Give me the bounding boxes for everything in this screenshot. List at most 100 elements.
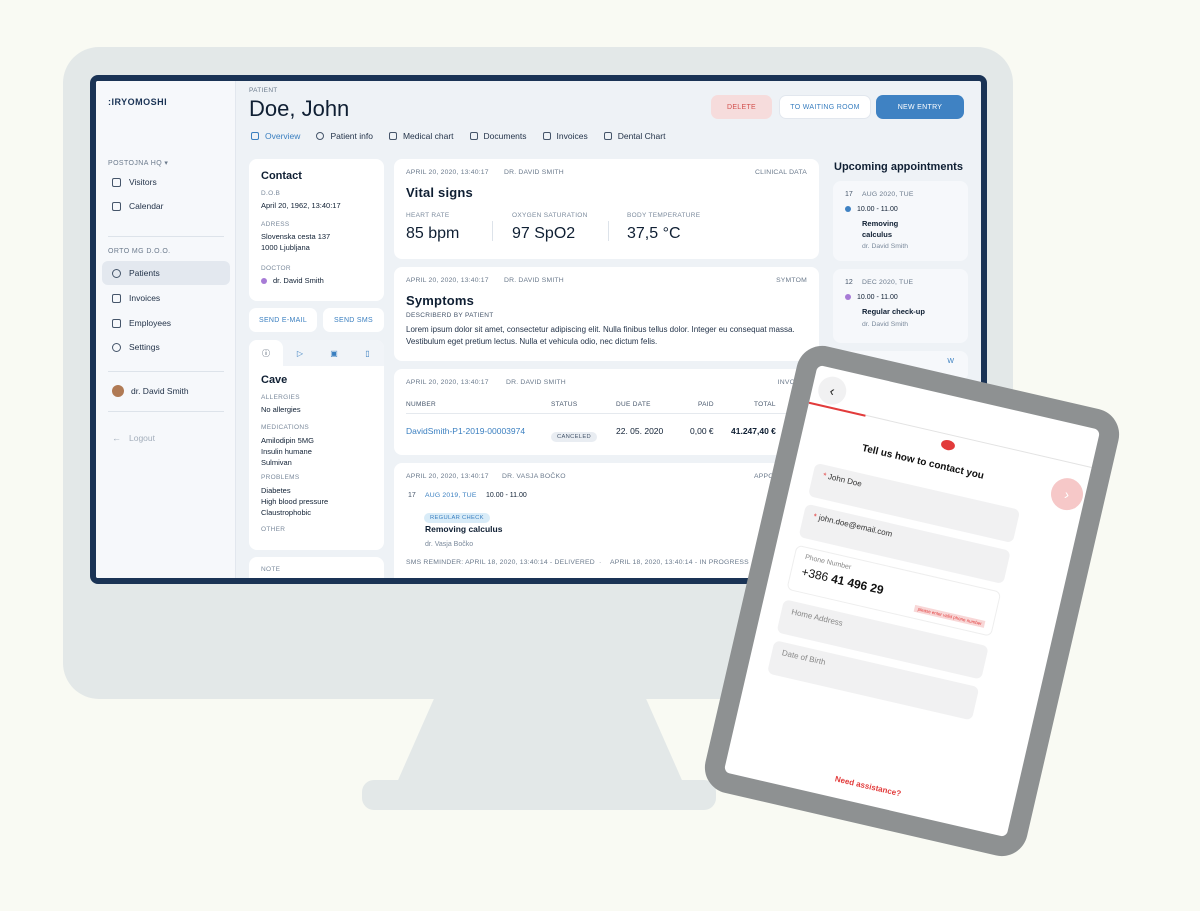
appointment-doctor: dr. David Smith xyxy=(862,243,909,250)
sidebar-item-label: Visitors xyxy=(129,177,157,187)
logout-icon: ← xyxy=(112,433,121,443)
allergies-value: No allergies xyxy=(261,405,301,414)
tab-label: Invoices xyxy=(556,131,588,141)
email-value: john.doe@email.com xyxy=(817,513,894,539)
tab-documents[interactable]: Documents xyxy=(469,131,527,141)
grid-icon xyxy=(112,177,121,187)
contact-title: Contact xyxy=(261,170,302,182)
tab-medical-chart[interactable]: Medical chart xyxy=(388,131,454,141)
appointment-title: calculus xyxy=(862,230,893,239)
sidebar-item-employees[interactable]: Employees xyxy=(102,311,230,335)
tablet-frame: ‹ › Tell us how to contact you * John Do… xyxy=(699,340,1125,862)
temperature-label: BODY TEMPERATURE xyxy=(627,212,701,219)
invoice-number-link[interactable]: DavidSmith-P1-2019-00003974 xyxy=(406,426,525,436)
waiting-room-button[interactable]: TO WAITING ROOM xyxy=(779,95,871,119)
appointment-time: 10.00 - 11.00 xyxy=(486,492,527,499)
info-tab-icon[interactable]: ⓘ xyxy=(249,340,283,366)
send-sms-button[interactable]: SEND SMS xyxy=(323,308,384,332)
tablet-screen: ‹ › Tell us how to contact you * John Do… xyxy=(723,364,1101,838)
mouth-logo-icon xyxy=(940,438,956,452)
table-header: PAID xyxy=(698,401,714,408)
appointment-doctor: dr. David Smith xyxy=(862,321,909,328)
note-card: NOTE xyxy=(249,557,384,578)
entry-date: APRIL 20, 2020, 13:40:17 xyxy=(406,379,489,386)
image-tab-icon[interactable]: ▣ xyxy=(317,340,351,366)
appointment-time: 10.00 - 11.00 xyxy=(845,206,898,213)
tab-label: Overview xyxy=(265,131,301,141)
divider xyxy=(108,236,224,237)
briefcase-icon xyxy=(112,318,121,328)
problems-label: PROBLEMS xyxy=(261,474,300,481)
user-icon xyxy=(112,268,121,278)
name-value: John Doe xyxy=(827,472,863,489)
user-profile[interactable]: dr. David Smith xyxy=(102,379,230,403)
entry-doctor: DR. DAVID SMITH xyxy=(504,169,564,176)
medication-item: Amilodipin 5MG xyxy=(261,436,314,445)
sms-reminder: SMS REMINDER: APRIL 18, 2020, 13:40:14 -… xyxy=(406,559,595,566)
location-selector[interactable]: POSTOJNA HQ ▾ xyxy=(108,159,168,167)
send-email-button[interactable]: SEND E-MAIL xyxy=(249,308,317,332)
heart-rate-value: 85 bpm xyxy=(406,225,460,242)
chart-icon xyxy=(603,132,612,140)
tab-overview[interactable]: Overview xyxy=(251,131,300,141)
sidebar-item-calendar[interactable]: Calendar xyxy=(102,194,230,218)
entry-doctor: DR. DAVID SMITH xyxy=(504,277,564,284)
document-icon xyxy=(469,132,478,140)
tablet-device: ‹ › Tell us how to contact you * John Do… xyxy=(699,332,1161,870)
address-label: ADRESS xyxy=(261,221,290,228)
appointment-badge: REGULAR CHECK xyxy=(424,506,490,524)
address-line1: Slovenska cesta 137 xyxy=(261,232,331,241)
doctor-color-dot xyxy=(261,278,267,285)
play-tab-icon[interactable]: ▷ xyxy=(283,340,317,366)
upcoming-title: Upcoming appointments xyxy=(834,161,963,173)
invoice-icon xyxy=(112,293,121,303)
status-dot xyxy=(845,294,851,301)
tab-label: Patient info xyxy=(330,131,373,141)
divider xyxy=(108,371,224,372)
new-entry-button[interactable]: NEW ENTRY xyxy=(876,95,964,119)
monitor-neck xyxy=(395,695,685,787)
tab-bar: Overview Patient info Medical chart Docu… xyxy=(251,131,665,141)
calendar-icon xyxy=(112,201,121,211)
next-arrow-button[interactable]: › xyxy=(1047,474,1087,514)
tab-invoices[interactable]: Invoices xyxy=(542,131,588,141)
entry-date: APRIL 20, 2020, 13:40:17 xyxy=(406,277,489,284)
sidebar-item-settings[interactable]: Settings xyxy=(102,335,230,359)
user-name: dr. David Smith xyxy=(131,386,189,396)
tab-patient-info[interactable]: Patient info xyxy=(316,131,373,141)
heart-rate-label: HEART RATE xyxy=(406,212,450,219)
delete-button[interactable]: DELETE xyxy=(711,95,772,119)
table-header: NUMBER xyxy=(406,401,436,408)
entry-tag: CLINICAL DATA xyxy=(755,169,807,176)
sidebar: :IRYOMOSHI POSTOJNA HQ ▾ Visitors Calend… xyxy=(96,81,236,578)
table-header: STATUS xyxy=(551,401,578,408)
sidebar-item-patients[interactable]: Patients xyxy=(102,261,230,285)
tab-label: Medical chart xyxy=(402,131,454,141)
org-section-label: ORTO MG D.O.O. xyxy=(108,248,171,255)
phone-prefix: +386 xyxy=(800,564,830,585)
tab-label: Documents xyxy=(483,131,527,141)
page-title: Doe, John xyxy=(249,96,350,121)
entry-date: APRIL 20, 2020, 13:40:17 xyxy=(406,473,489,480)
problem-item: Diabetes xyxy=(261,486,291,495)
help-link[interactable]: Need assistance? xyxy=(834,774,902,798)
doctor-value: dr. David Smith xyxy=(261,276,324,285)
sidebar-item-invoices[interactable]: Invoices xyxy=(102,286,230,310)
contact-card: Contact D.O.B April 20, 1962, 13:40:17 A… xyxy=(249,159,384,301)
problem-item: High blood pressure xyxy=(261,497,329,506)
back-arrow-icon[interactable]: ‹ xyxy=(815,373,850,408)
cave-card: ⓘ ▷ ▣ ▯ Cave ALLERGIES No allergies MEDI… xyxy=(249,340,384,550)
time-label: 10.00 - 11.00 xyxy=(857,294,898,301)
tab-dental-chart[interactable]: Dental Chart xyxy=(603,131,665,141)
clipboard-icon xyxy=(388,132,397,140)
document-tab-icon[interactable]: ▯ xyxy=(351,340,384,366)
logout-label: Logout xyxy=(129,433,155,443)
appointment-date: AUG 2020, TUE xyxy=(862,191,914,198)
appointment-date: DEC 2020, TUE xyxy=(862,279,914,286)
upcoming-appointment[interactable]: 17 AUG 2020, TUE 10.00 - 11.00 Removing … xyxy=(833,181,968,261)
logout-button[interactable]: ← Logout xyxy=(102,426,230,450)
allergies-label: ALLERGIES xyxy=(261,394,300,401)
grid-icon xyxy=(251,132,259,140)
separator-dot: · xyxy=(599,559,602,566)
sidebar-item-visitors[interactable]: Visitors xyxy=(102,170,230,194)
